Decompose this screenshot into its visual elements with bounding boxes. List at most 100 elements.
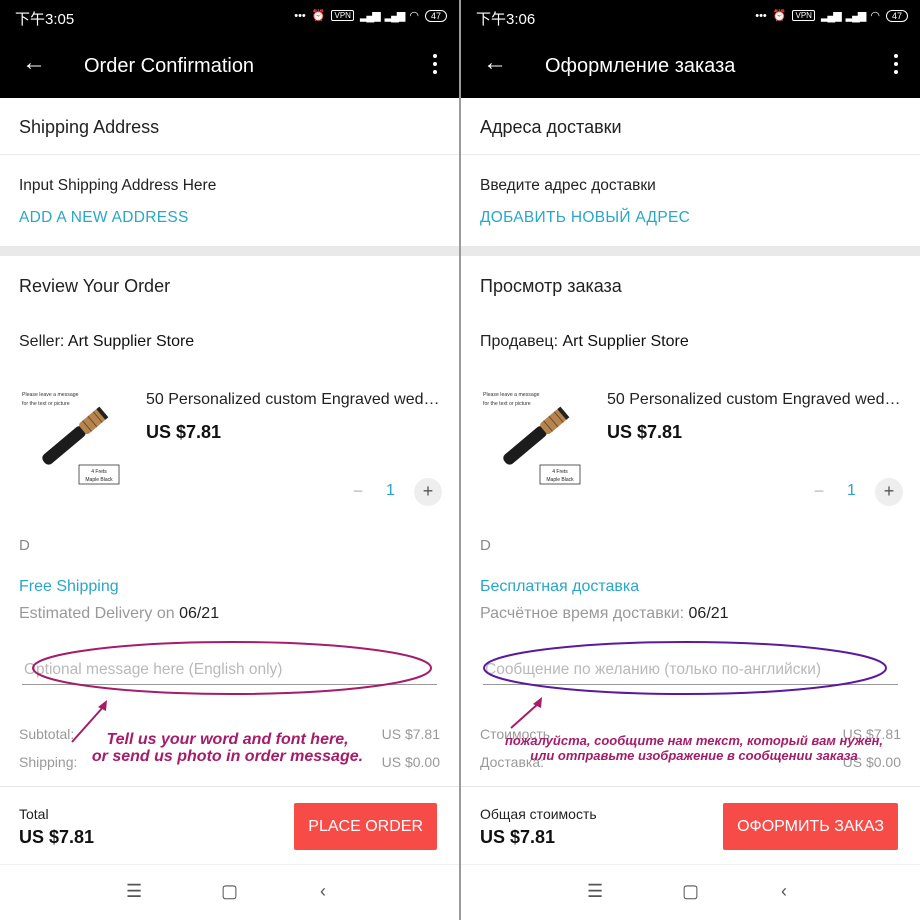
annotation-line-1: пожалуйста, сообщите нам текст, который … (504, 733, 884, 748)
total-value: US $7.81 (480, 827, 556, 847)
status-time: 下午3:06 (476, 11, 536, 28)
signal-icon-2: ▂▄▆ (384, 10, 406, 22)
back-nav-icon[interactable]: ‹ (781, 881, 787, 902)
home-icon[interactable]: ▢ (682, 881, 699, 902)
product-title[interactable]: 50 Personalized custom Engraved wedding (607, 391, 902, 409)
thumb-tag-2: Maple Black (85, 477, 113, 483)
product-variant: D (480, 537, 491, 554)
free-shipping[interactable]: Бесплатная доставка (480, 578, 639, 596)
home-icon[interactable]: ▢ (221, 881, 238, 902)
product-variant: D (19, 537, 30, 554)
left-phone-screen: 下午3:05 ••• ⏰ VPN ▂▄▆ ▂▄▆ ◠ 47 ← Order Co… (0, 0, 459, 920)
checkout-bar: Общая стоимость US $7.81 ОФОРМИТЬ ЗАКАЗ (461, 786, 920, 865)
estimated-delivery: Estimated Delivery on 06/21 (19, 605, 219, 623)
checkout-bar: Total US $7.81 PLACE ORDER (0, 786, 459, 865)
menu-icon[interactable]: ☰ (126, 881, 142, 902)
annotation-line-1: Tell us your word and font here, (106, 731, 349, 748)
signal-icon: ▂▄▆ (359, 10, 381, 22)
signal-icon-2: ▂▄▆ (845, 10, 867, 22)
message-underline (483, 684, 898, 685)
section-gap (461, 246, 920, 256)
wifi-icon: ◠ (409, 10, 419, 22)
menu-icon[interactable]: ☰ (587, 881, 603, 902)
app-bar: ← Order Confirmation (0, 34, 459, 98)
status-time: 下午3:05 (15, 11, 75, 28)
estimated-delivery: Расчётное время доставки: 06/21 (480, 605, 729, 623)
thumb-tag-1: 4 Frets (91, 469, 107, 475)
system-nav-bar: ☰ ▢ ‹ (0, 864, 459, 920)
qty-minus-button[interactable]: − (805, 478, 833, 506)
total-value: US $7.81 (19, 827, 95, 847)
shipping-heading: Адреса доставки (480, 117, 622, 137)
add-address-link[interactable]: ДОБАВИТЬ НОВЫЙ АДРЕС (480, 209, 690, 227)
battery-icon: 47 (424, 9, 447, 22)
alarm-icon: ⏰ (311, 10, 326, 22)
qty-value: 1 (386, 482, 395, 499)
page-title: Оформление заказа (545, 55, 736, 77)
app-bar: ← Оформление заказа (461, 34, 920, 98)
address-prompt[interactable]: Input Shipping Address Here (19, 177, 216, 195)
qty-plus-button[interactable]: + (875, 478, 903, 506)
divider (461, 154, 920, 155)
alarm-icon: ⏰ (772, 10, 787, 22)
status-icons: ••• ⏰ VPN ▂▄▆ ▂▄▆ ◠ 47 (755, 9, 908, 22)
more-dots-icon: ••• (294, 9, 306, 22)
order-message-input[interactable]: Optional message here (English only) (24, 661, 434, 679)
est-date: 06/21 (688, 605, 729, 622)
right-phone-screen: 下午3:06 ••• ⏰ VPN ▂▄▆ ▂▄▆ ◠ 47 ← Оформлен… (461, 0, 920, 920)
place-order-button[interactable]: ОФОРМИТЬ ЗАКАЗ (723, 803, 898, 850)
seller-label: Seller: (19, 333, 68, 350)
product-thumbnail[interactable]: Please leave a message for the text or p… (480, 385, 590, 490)
status-bar: 下午3:06 ••• ⏰ VPN ▂▄▆ ▂▄▆ ◠ 47 (461, 0, 920, 34)
arrow-head (533, 697, 542, 708)
back-nav-icon[interactable]: ‹ (320, 881, 326, 902)
system-nav-bar: ☰ ▢ ‹ (461, 864, 920, 920)
product-thumbnail[interactable]: Please leave a message for the text or p… (19, 385, 129, 490)
review-heading: Review Your Order (19, 276, 171, 296)
qty-minus-button[interactable]: − (344, 478, 372, 506)
qty-plus-button[interactable]: + (414, 478, 442, 506)
thumb-caption-2: for the text or picture (22, 401, 70, 407)
message-underline (22, 684, 437, 685)
product-price: US $7.81 (146, 422, 222, 442)
shipping-heading: Shipping Address (19, 117, 160, 137)
add-address-link[interactable]: ADD A NEW ADDRESS (19, 209, 189, 227)
seller-name[interactable]: Art Supplier Store (562, 333, 688, 350)
place-order-button[interactable]: PLACE ORDER (294, 803, 437, 850)
est-label: Estimated Delivery on (19, 605, 180, 622)
annotation-line-2: или отправьте изображение в сообщении за… (530, 748, 858, 763)
total-label: Общая стоимость (480, 806, 597, 822)
thumb-caption-1: Please leave a message (483, 392, 540, 398)
thumb-tag-1: 4 Frets (552, 469, 568, 475)
back-arrow-icon[interactable]: ← (22, 51, 46, 75)
overflow-menu-icon[interactable] (894, 54, 898, 78)
back-arrow-icon[interactable]: ← (483, 51, 507, 75)
seller-label: Продавец: (480, 333, 563, 350)
section-gap (0, 246, 459, 256)
signal-icon: ▂▄▆ (820, 10, 842, 22)
battery-icon: 47 (885, 9, 908, 22)
arrow-head (98, 700, 107, 711)
annotation-line-2: or send us photo in order message. (91, 748, 364, 765)
address-prompt[interactable]: Введите адрес доставки (480, 177, 656, 195)
order-message-input[interactable]: Сообщение по желанию (только по-английск… (485, 661, 895, 679)
wifi-icon: ◠ (870, 10, 880, 22)
annotation-arrow (510, 702, 540, 729)
overflow-menu-icon[interactable] (433, 54, 437, 78)
thumb-caption-2: for the text or picture (483, 401, 531, 407)
vpn-badge: VPN (792, 10, 815, 21)
seller-line: Продавец: Art Supplier Store (480, 333, 689, 351)
thumb-caption-1: Please leave a message (22, 392, 79, 398)
status-icons: ••• ⏰ VPN ▂▄▆ ▂▄▆ ◠ 47 (294, 9, 447, 22)
free-shipping[interactable]: Free Shipping (19, 578, 119, 596)
page-title: Order Confirmation (84, 55, 255, 77)
total-label: Total (19, 806, 49, 822)
divider (0, 154, 459, 155)
est-date: 06/21 (179, 605, 220, 622)
qty-value: 1 (847, 482, 856, 499)
seller-line: Seller: Art Supplier Store (19, 333, 194, 351)
vpn-badge: VPN (331, 10, 354, 21)
product-title[interactable]: 50 Personalized custom Engraved wedding (146, 391, 441, 409)
seller-name[interactable]: Art Supplier Store (68, 333, 194, 350)
review-heading: Просмотр заказа (480, 276, 622, 296)
